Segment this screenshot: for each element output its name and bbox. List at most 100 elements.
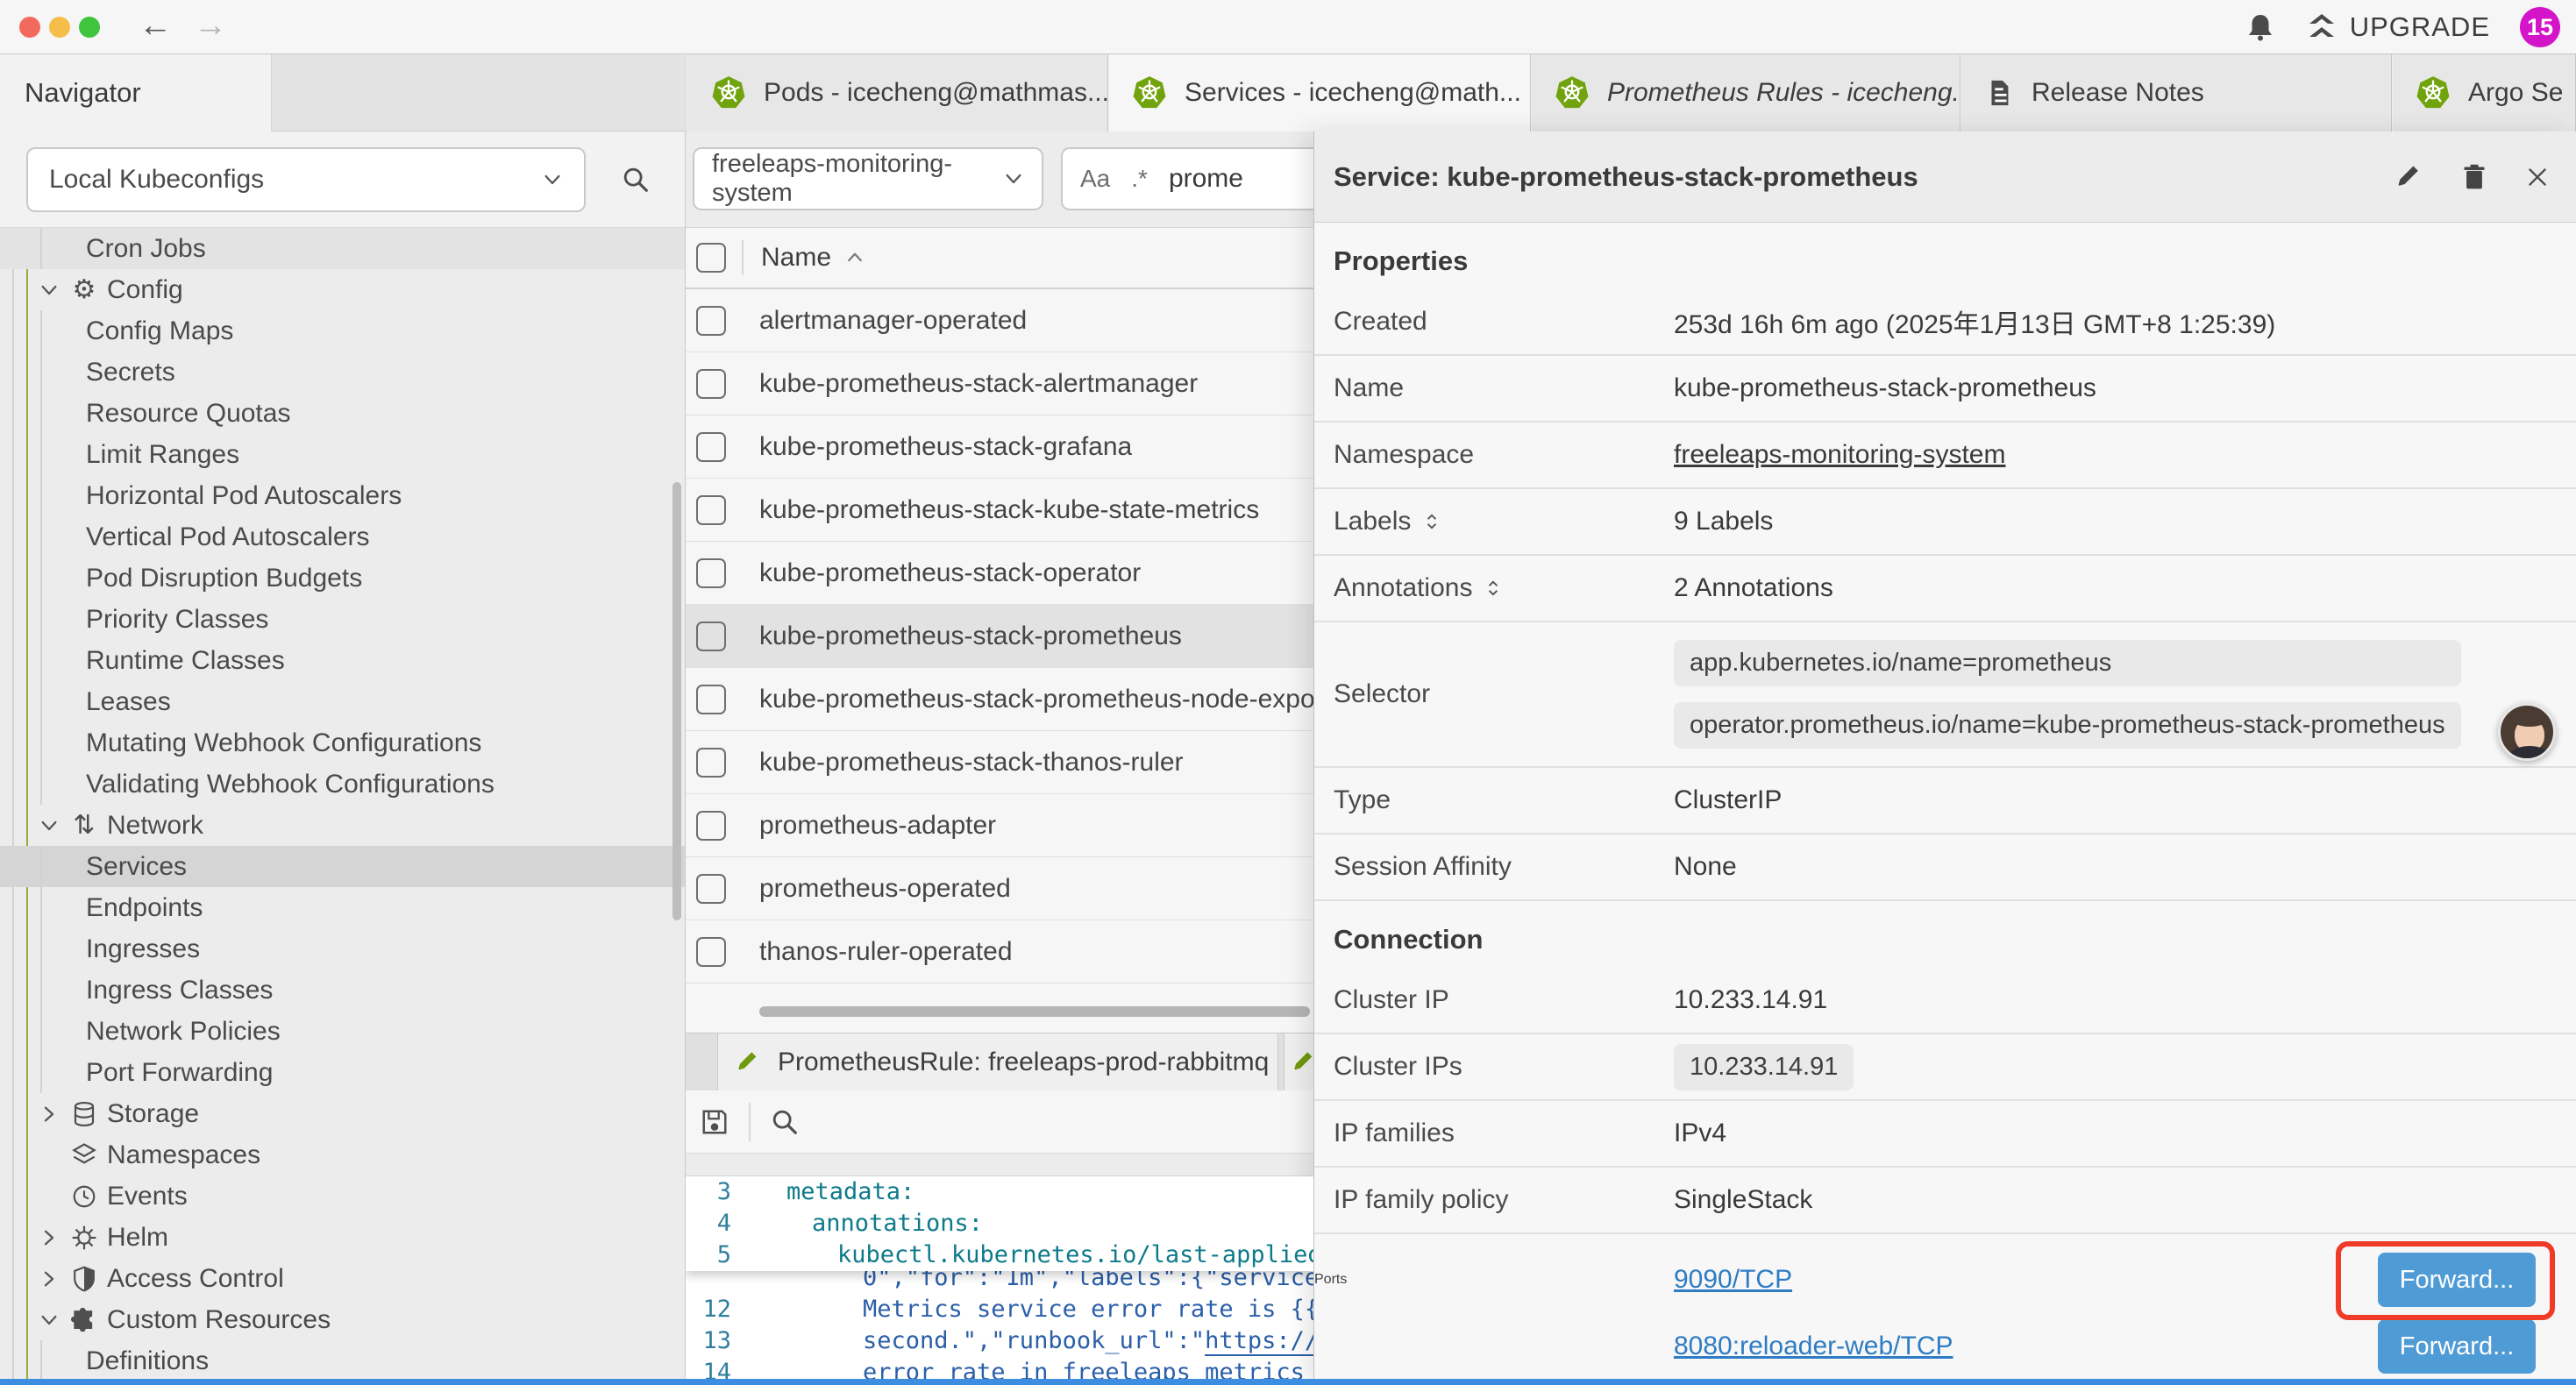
sidebar-item-limit-ranges[interactable]: Limit Ranges [0, 434, 685, 475]
scrollbar-thumb[interactable] [759, 1006, 1310, 1017]
sidebar-item-resource-quotas[interactable]: Resource Quotas [0, 393, 685, 434]
sidebar-item-definitions[interactable]: Definitions [0, 1340, 685, 1381]
chevron-right-icon[interactable] [39, 1104, 61, 1125]
sidebar-search-icon[interactable] [614, 158, 658, 202]
sidebar-item-secrets[interactable]: Secrets [0, 352, 685, 393]
navigator-panel-tab[interactable]: Navigator [0, 54, 272, 131]
expand-collapse-icon[interactable] [1423, 513, 1441, 530]
sidebar-item-horizontal-pod-autoscalers[interactable]: Horizontal Pod Autoscalers [0, 475, 685, 516]
sidebar-item-cron-jobs[interactable]: Cron Jobs [0, 228, 685, 269]
expand-collapse-icon[interactable] [1484, 579, 1502, 597]
name-column-header[interactable]: Name [761, 243, 865, 273]
namespace-select[interactable]: freeleaps-monitoring-system [693, 147, 1043, 210]
notification-count-badge[interactable]: 15 [2520, 7, 2560, 47]
sidebar-item-vertical-pod-autoscalers[interactable]: Vertical Pod Autoscalers [0, 516, 685, 558]
table-row[interactable]: alertmanager-operated [686, 289, 1313, 352]
editor-search-icon[interactable] [770, 1107, 800, 1137]
sidebar-item-endpoints[interactable]: Endpoints [0, 887, 685, 928]
table-search-input[interactable]: Aa .* prome [1061, 147, 1324, 210]
tab-services[interactable]: Services - icecheng@math... [1108, 54, 1531, 131]
table-row[interactable]: kube-prometheus-stack-prometheus [686, 605, 1313, 668]
tab-release[interactable]: Release Notes [1960, 54, 2392, 131]
sidebar-item-mutating-webhook-configurations[interactable]: Mutating Webhook Configurations [0, 722, 685, 764]
forward-button[interactable]: Forward... [2378, 1319, 2536, 1374]
table-row[interactable]: kube-prometheus-stack-grafana [686, 416, 1313, 479]
port-link[interactable]: 8080:reloader-web/TCP [1674, 1332, 1953, 1361]
horizontal-scrollbar[interactable] [686, 1005, 1313, 1019]
table-row[interactable]: thanos-ruler-operated [686, 920, 1313, 984]
tab-pods[interactable]: Pods - icecheng@mathmas... [687, 54, 1108, 131]
tab-prometheus[interactable]: Prometheus Rules - icecheng... [1531, 54, 1960, 131]
chevron-down-icon[interactable] [39, 815, 61, 836]
assistant-avatar[interactable] [2498, 703, 2556, 761]
close-icon[interactable] [2525, 165, 2550, 189]
row-checkbox[interactable] [696, 495, 726, 525]
notifications-bell-icon[interactable] [2245, 11, 2276, 43]
upgrade-button[interactable]: UPGRADE [2306, 11, 2490, 43]
regex-toggle[interactable]: .* [1131, 165, 1148, 193]
sidebar-item-access-control[interactable]: Access Control [0, 1258, 685, 1299]
sidebar-item-priority-classes[interactable]: Priority Classes [0, 599, 685, 640]
sidebar-item-services[interactable]: Services [0, 846, 685, 887]
delete-trash-icon[interactable] [2460, 163, 2488, 191]
maximize-window-button[interactable] [79, 17, 100, 38]
chevron-down-icon[interactable] [39, 280, 61, 301]
sidebar-item-network[interactable]: ⇅Network [0, 805, 685, 846]
table-row[interactable]: kube-prometheus-stack-operator [686, 542, 1313, 605]
row-checkbox[interactable] [696, 369, 726, 399]
table-row[interactable]: kube-prometheus-stack-kube-state-metrics [686, 479, 1313, 542]
sidebar-item-runtime-classes[interactable]: Runtime Classes [0, 640, 685, 681]
yaml-editor[interactable]: 3metadata:4annotations:5kubectl.kubernet… [686, 1176, 1313, 1385]
sidebar-item-config-maps[interactable]: Config Maps [0, 310, 685, 352]
code-link[interactable]: https://net [1205, 1327, 1313, 1356]
table-row[interactable]: prometheus-operated [686, 857, 1313, 920]
row-checkbox[interactable] [696, 432, 726, 462]
row-checkbox[interactable] [696, 685, 726, 714]
sidebar-scrollbar[interactable] [672, 482, 681, 920]
row-label: Annotations [1314, 573, 1674, 603]
sidebar-item-config[interactable]: ⚙Config [0, 269, 685, 310]
select-all-checkbox[interactable] [696, 243, 726, 273]
chevron-down-icon[interactable] [39, 1310, 61, 1331]
row-checkbox[interactable] [696, 811, 726, 841]
sidebar-item-pod-disruption-budgets[interactable]: Pod Disruption Budgets [0, 558, 685, 599]
chevron-right-icon[interactable] [39, 1268, 61, 1289]
row-checkbox[interactable] [696, 937, 726, 967]
sidebar-item-events[interactable]: Events [0, 1175, 685, 1217]
sidebar-item-validating-webhook-configurations[interactable]: Validating Webhook Configurations [0, 764, 685, 805]
forward-button[interactable]: Forward... [2378, 1253, 2536, 1307]
namespace-link[interactable]: freeleaps-monitoring-system [1674, 440, 2005, 470]
back-button[interactable] [133, 7, 177, 45]
forward-button[interactable] [189, 7, 232, 45]
table-row[interactable]: kube-prometheus-stack-thanos-ruler [686, 731, 1313, 794]
editor-tab-prometheusrule[interactable]: PrometheusRule: freeleaps-prod-rabbitmq [717, 1033, 1278, 1090]
editor-tab-partial[interactable] [1284, 1033, 1313, 1090]
row-checkbox[interactable] [696, 306, 726, 336]
sidebar-item-custom-resources[interactable]: Custom Resources [0, 1299, 685, 1340]
chevron-right-icon[interactable] [39, 1227, 61, 1248]
row-checkbox[interactable] [696, 558, 726, 588]
port-link[interactable]: 9090/TCP [1674, 1265, 1792, 1295]
table-row[interactable]: prometheus-adapter [686, 794, 1313, 857]
tab-argo[interactable]: Argo Se [2392, 54, 2576, 131]
table-row[interactable]: kube-prometheus-stack-alertmanager [686, 352, 1313, 416]
row-checkbox[interactable] [696, 621, 726, 651]
close-window-button[interactable] [19, 17, 40, 38]
kubeconfig-select[interactable]: Local Kubeconfigs [26, 147, 586, 212]
sidebar-item-port-forwarding[interactable]: Port Forwarding [0, 1052, 685, 1093]
edit-pencil-icon[interactable] [2395, 163, 2423, 191]
row-checkbox[interactable] [696, 874, 726, 904]
sidebar-item-ingresses[interactable]: Ingresses [0, 928, 685, 970]
row-checkbox[interactable] [696, 748, 726, 778]
table-row[interactable]: kube-prometheus-stack-prometheus-node-ex… [686, 668, 1313, 731]
save-icon[interactable] [700, 1107, 729, 1137]
sidebar-item-namespaces[interactable]: Namespaces [0, 1134, 685, 1175]
tab-label: Prometheus Rules - icecheng... [1607, 78, 1960, 108]
sidebar-item-ingress-classes[interactable]: Ingress Classes [0, 970, 685, 1011]
match-case-toggle[interactable]: Aa [1080, 165, 1110, 193]
sidebar-item-helm[interactable]: Helm [0, 1217, 685, 1258]
sidebar-item-network-policies[interactable]: Network Policies [0, 1011, 685, 1052]
sidebar-item-storage[interactable]: Storage [0, 1093, 685, 1134]
minimize-window-button[interactable] [49, 17, 70, 38]
sidebar-item-leases[interactable]: Leases [0, 681, 685, 722]
